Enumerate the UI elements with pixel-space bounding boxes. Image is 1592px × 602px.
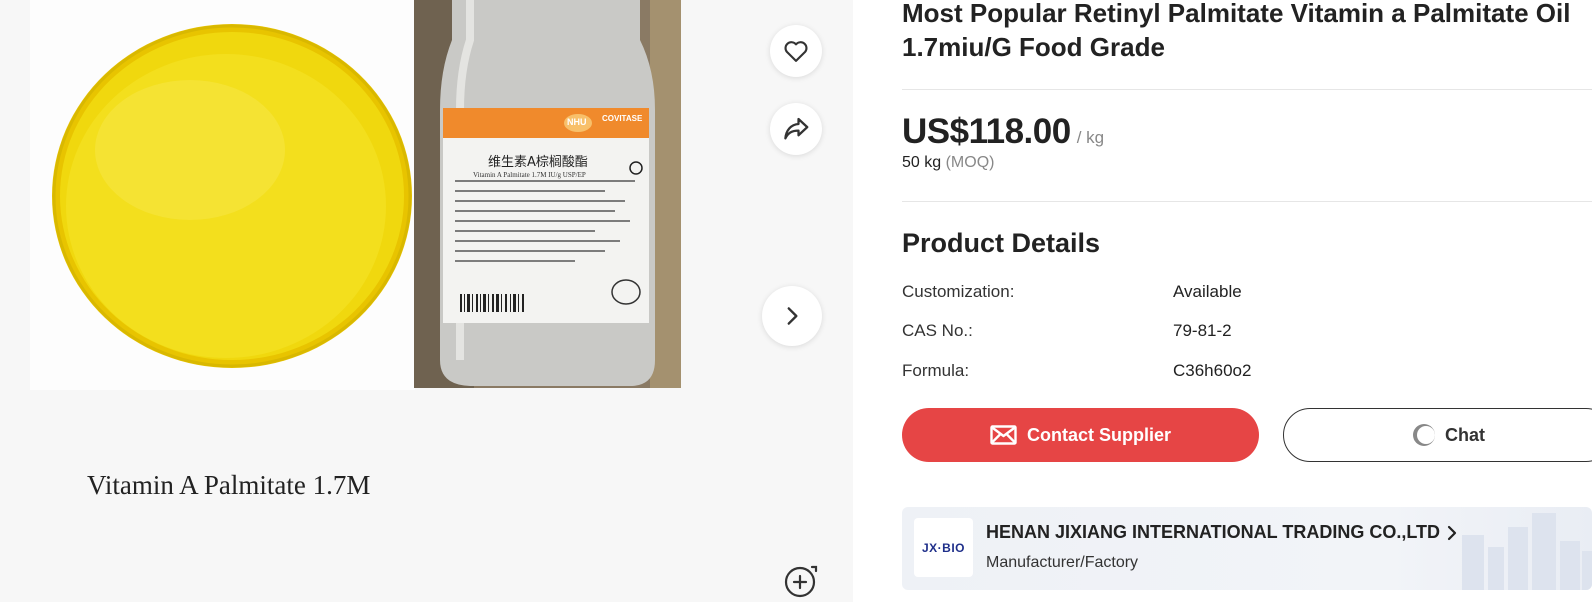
- detail-key: Formula:: [902, 361, 970, 380]
- detail-value: Available: [1173, 282, 1242, 301]
- mail-icon: [990, 425, 1017, 445]
- favorite-button[interactable]: [770, 25, 822, 77]
- bottle-label-brand: NHU: [567, 117, 587, 127]
- moq-label: (MOQ): [945, 154, 995, 171]
- zoom-in-icon[interactable]: [782, 562, 820, 600]
- detail-key: CAS No.:: [902, 321, 973, 340]
- product-gallery: NHU COVITASE 维生素A棕榈酸酯 Vitamin A Palmitat…: [0, 0, 853, 602]
- chat-label: Chat: [1445, 424, 1485, 445]
- supplier-type: Manufacturer/Factory: [986, 554, 1139, 571]
- product-details-heading: Product Details: [902, 228, 1101, 258]
- chevron-right-icon: [1447, 525, 1457, 540]
- share-button[interactable]: [770, 103, 822, 155]
- chevron-right-icon: [787, 307, 798, 325]
- supplier-logo[interactable]: JX·BIO: [914, 518, 973, 577]
- product-title: Most Popular Retinyl Palmitate Vitamin a…: [902, 0, 1592, 64]
- chat-button[interactable]: Chat: [1283, 408, 1592, 462]
- product-title-text: Most Popular Retinyl Palmitate Vitamin a…: [902, 0, 1571, 62]
- price-unit: / kg: [1076, 128, 1105, 147]
- product-price: US$118.00: [902, 112, 1071, 151]
- detail-value: 79-81-2: [1173, 321, 1232, 340]
- supplier-card[interactable]: JX·BIO HENAN JIXIANG INTERNATIONAL TRADI…: [902, 507, 1592, 590]
- detail-key: Customization:: [902, 282, 1015, 301]
- bottle-label-english: Vitamin A Palmitate 1.7M IU/g USP/EP: [473, 171, 586, 179]
- detail-value: C36h60o2: [1173, 361, 1252, 380]
- bottle-label-product: COVITASE: [602, 114, 643, 123]
- chat-icon: [1413, 424, 1435, 446]
- product-info-panel: Most Popular Retinyl Palmitate Vitamin a…: [902, 0, 1592, 602]
- price-row: US$118.00 / kg: [902, 112, 1104, 152]
- image-caption: Vitamin A Palmitate 1.7M: [87, 470, 371, 500]
- contact-supplier-button[interactable]: Contact Supplier: [902, 408, 1259, 462]
- bottle-label-chinese: 维生素A棕榈酸酯: [488, 155, 588, 170]
- next-image-button[interactable]: [762, 286, 822, 346]
- share-icon: [784, 117, 809, 140]
- moq-row: 50 kg (MOQ): [902, 154, 994, 172]
- heart-icon: [784, 41, 808, 62]
- supplier-name-text: HENAN JIXIANG INTERNATIONAL TRADING CO.,…: [986, 522, 1440, 542]
- title-divider: [902, 89, 1592, 90]
- contact-supplier-label: Contact Supplier: [1026, 424, 1171, 445]
- price-divider: [902, 201, 1592, 202]
- moq-value: 50 kg: [902, 154, 942, 171]
- supplier-name[interactable]: HENAN JIXIANG INTERNATIONAL TRADING CO.,…: [986, 522, 1458, 543]
- skyline-decoration: [1462, 513, 1592, 590]
- product-photo[interactable]: [0, 0, 853, 602]
